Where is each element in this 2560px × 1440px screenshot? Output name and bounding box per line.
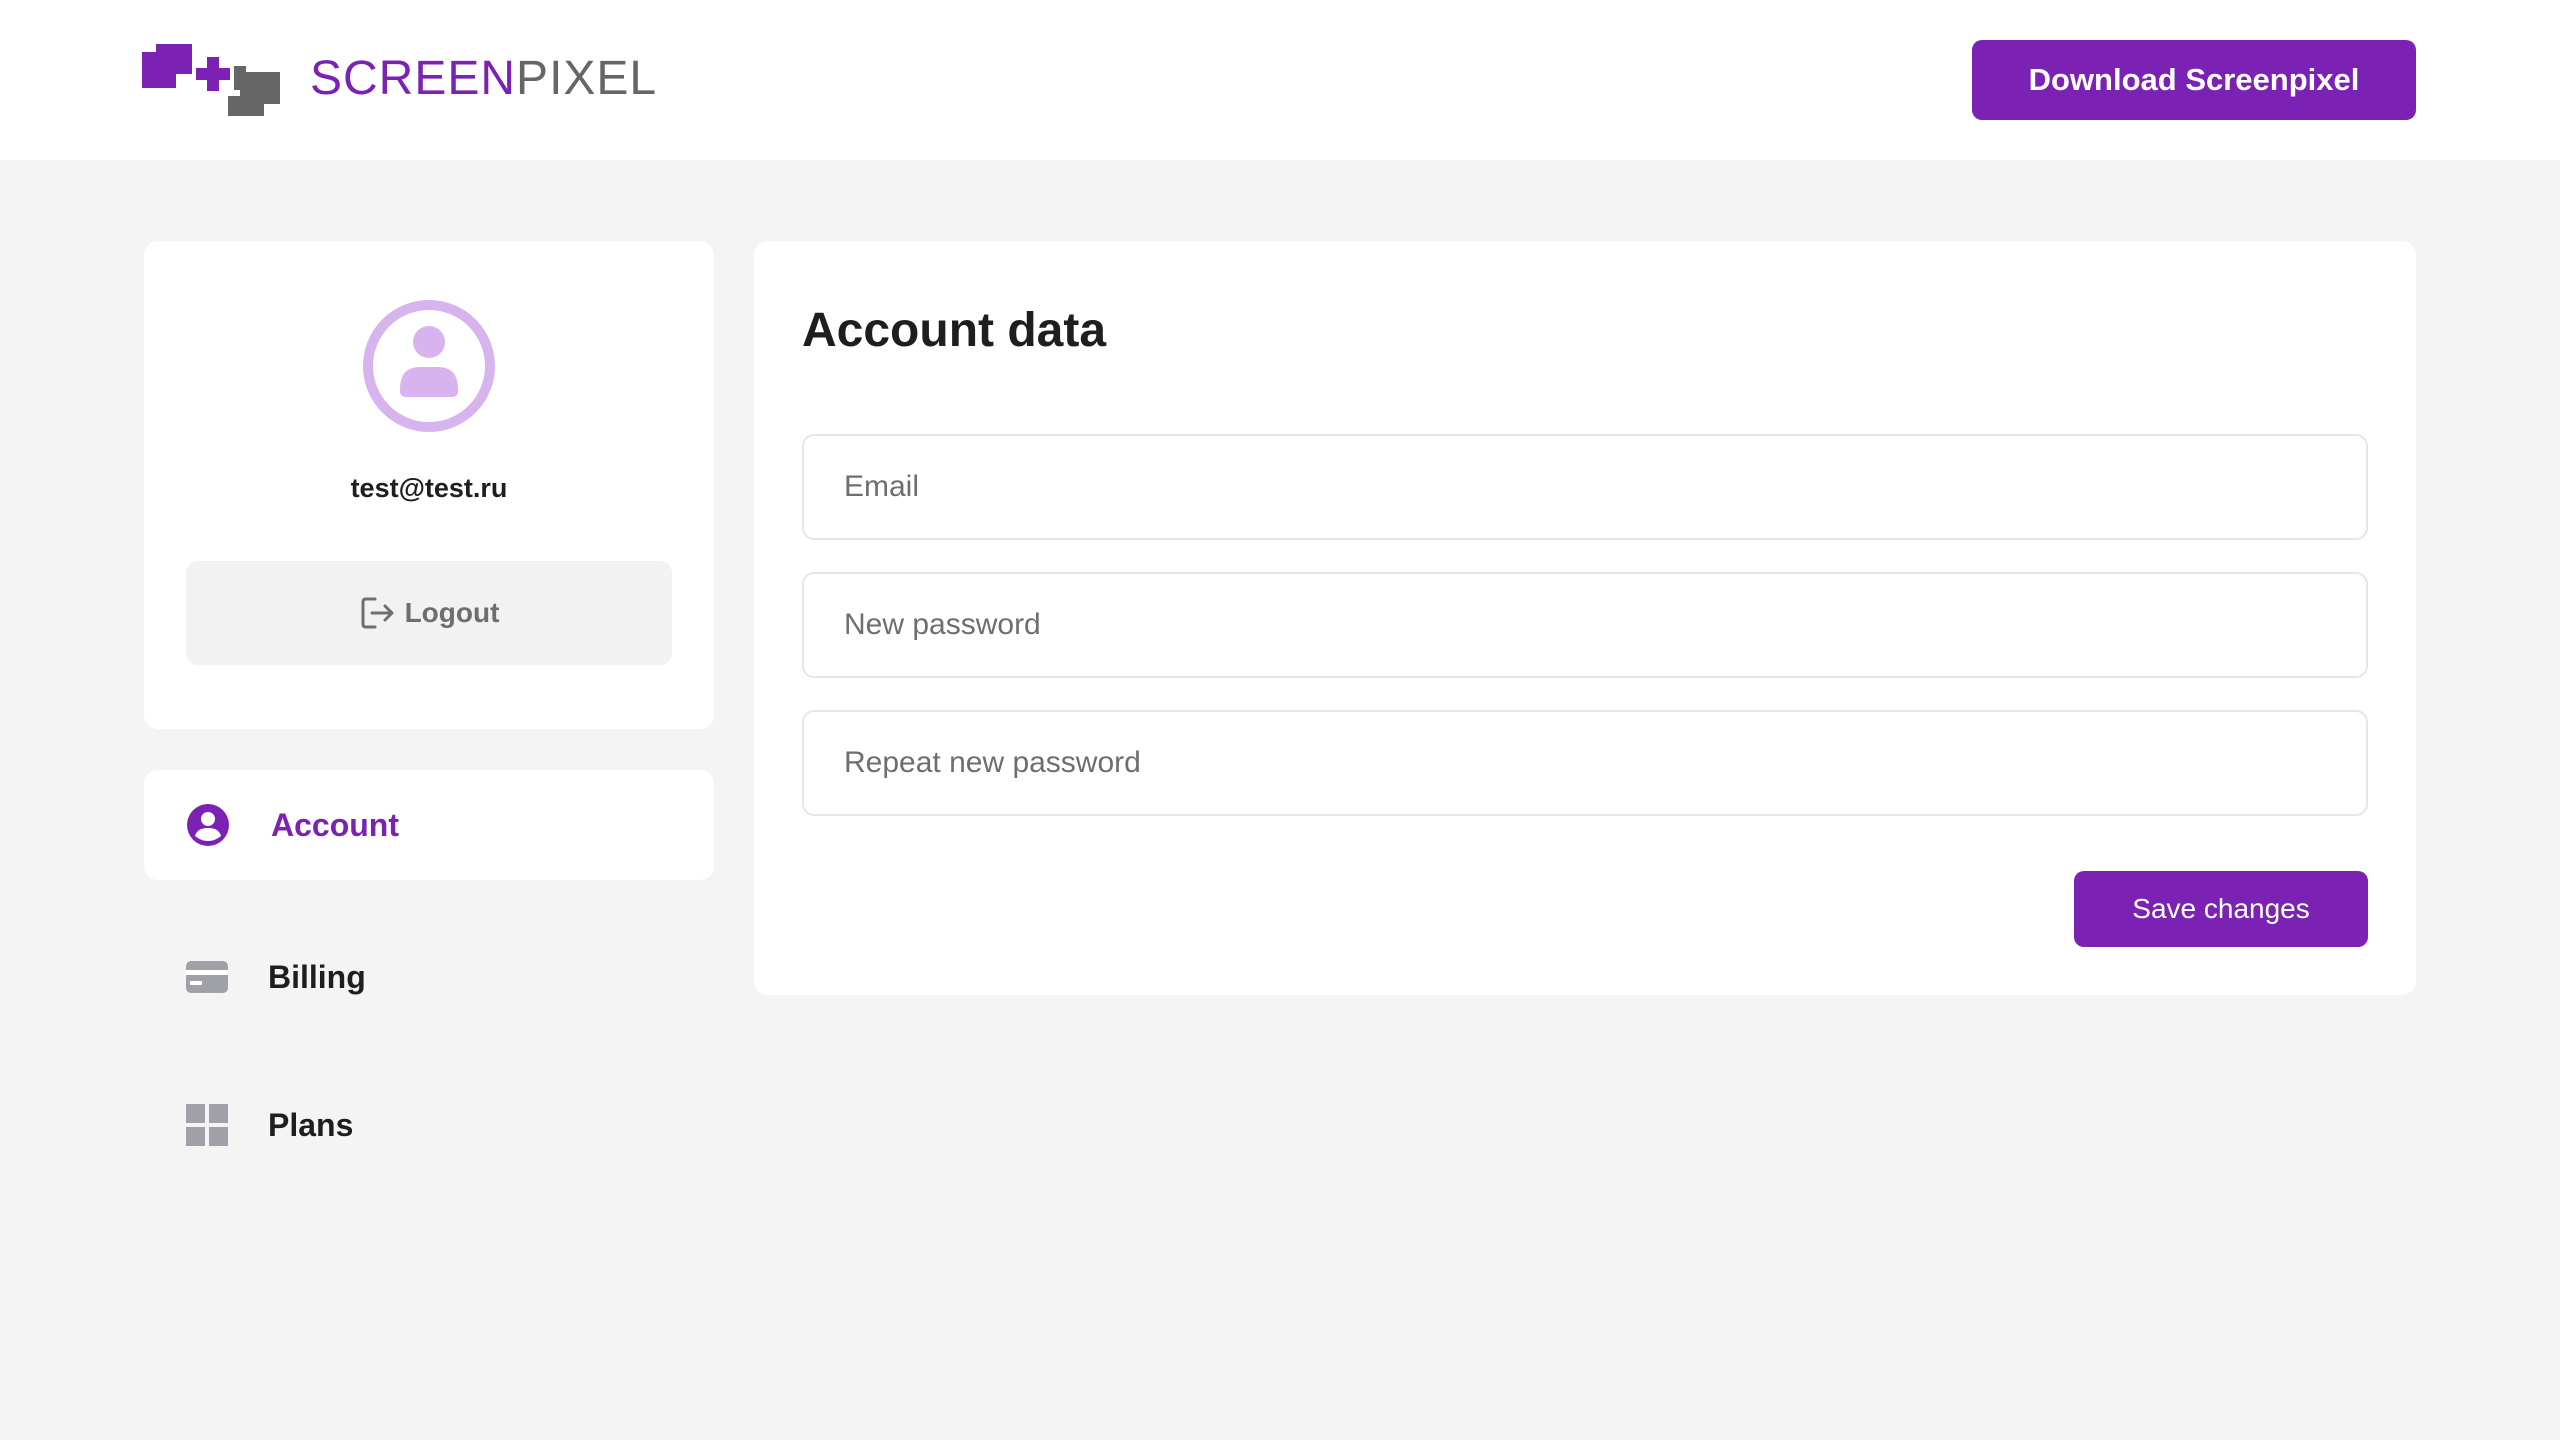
- user-circle-icon: [187, 804, 229, 846]
- credit-card-icon: [186, 961, 228, 993]
- account-data-panel: Account data Save changes: [754, 241, 2416, 995]
- profile-card: test@test.ru Logout: [144, 241, 714, 729]
- logout-button[interactable]: Logout: [186, 561, 672, 665]
- screenpixel-logo-icon: [142, 44, 280, 116]
- email-field[interactable]: [802, 434, 2368, 540]
- brand-name-part2: PIXEL: [516, 52, 658, 105]
- download-button[interactable]: Download Screenpixel: [1972, 40, 2416, 120]
- sidebar-item-label: Account: [271, 806, 399, 843]
- sidebar-item-plans[interactable]: Plans: [144, 1070, 714, 1180]
- brand-name-part1: SCREEN: [310, 52, 517, 105]
- sidebar-item-account[interactable]: Account: [144, 770, 714, 880]
- user-circle-icon: [363, 300, 495, 432]
- user-email: test@test.ru: [350, 473, 508, 503]
- new-password-field[interactable]: [802, 572, 2368, 678]
- logout-icon: [361, 597, 394, 629]
- top-header: SCREENPIXEL Download Screenpixel: [0, 0, 2560, 160]
- brand-logo[interactable]: SCREENPIXEL: [142, 42, 657, 116]
- page-title: Account data: [802, 304, 1107, 357]
- save-changes-button[interactable]: Save changes: [2074, 871, 2368, 947]
- repeat-password-field[interactable]: [802, 710, 2368, 816]
- grid-icon: [186, 1104, 228, 1146]
- brand-name: SCREENPIXEL: [310, 55, 657, 103]
- sidebar-item-label: Billing: [268, 958, 366, 995]
- sidebar-item-billing[interactable]: Billing: [144, 922, 714, 1032]
- logout-label: Logout: [404, 597, 500, 628]
- sidebar-item-label: Plans: [268, 1106, 354, 1143]
